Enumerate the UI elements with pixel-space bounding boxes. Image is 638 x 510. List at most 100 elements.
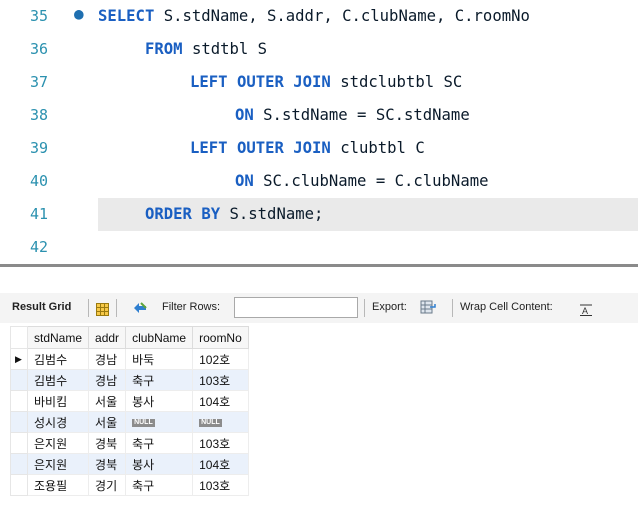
table-cell[interactable]: 서울 <box>88 411 127 433</box>
table-cell[interactable]: 은지원 <box>26 432 90 454</box>
column-header[interactable]: clubName <box>125 326 194 349</box>
null-badge: NULL <box>132 418 155 427</box>
sql-keyword: ON <box>235 172 254 190</box>
column-header[interactable]: stdName <box>26 326 90 349</box>
line-number: 39 <box>30 139 49 157</box>
table-cell[interactable]: 경기 <box>88 474 127 496</box>
line-number: 42 <box>30 238 49 256</box>
table-cell[interactable]: 김범수 <box>26 348 90 370</box>
table-row[interactable]: ▶ 김범수 경남 바둑 102호 <box>10 348 249 370</box>
table-row[interactable]: 은지원 경북 축구 103호 <box>10 432 249 454</box>
row-header[interactable] <box>10 474 28 496</box>
table-cell[interactable]: 경북 <box>88 453 127 475</box>
table-cell[interactable]: 봉사 <box>125 390 194 412</box>
row-header-corner <box>10 326 28 349</box>
row-header[interactable] <box>10 369 28 391</box>
code-text: ORDER BY S.stdName; <box>145 205 323 223</box>
table-cell[interactable]: 경남 <box>88 369 127 391</box>
code-line[interactable]: 35 ● SELECT S.stdName, S.addr, C.clubName,… <box>0 0 638 33</box>
filter-rows-input[interactable] <box>234 297 358 318</box>
sql-text: S.stdName, S.addr, C.clubName, C.roomNo <box>154 7 530 25</box>
sql-text: stdclubtbl SC <box>330 73 463 91</box>
sql-keyword: ON <box>235 106 254 124</box>
table-cell[interactable]: 조용필 <box>26 474 90 496</box>
sql-keyword: LEFT OUTER JOIN <box>190 73 331 91</box>
table-cell[interactable]: NULL <box>192 411 249 433</box>
table-cell[interactable]: 경북 <box>88 432 127 454</box>
table-cell[interactable]: 103호 <box>192 369 249 391</box>
export-icon[interactable] <box>420 299 436 315</box>
table-cell[interactable]: 바둑 <box>125 348 194 370</box>
table-cell[interactable]: 은지원 <box>26 453 90 475</box>
code-text: LEFT OUTER JOIN stdclubtbl SC <box>190 73 462 91</box>
table-cell[interactable]: 102호 <box>192 348 249 370</box>
table-row[interactable]: 바비킴 서울 봉사 104호 <box>10 390 249 412</box>
table-cell[interactable]: 바비킴 <box>26 390 90 412</box>
toolbar-divider <box>88 299 89 317</box>
column-header[interactable]: addr <box>88 326 127 349</box>
svg-text:A: A <box>582 306 588 316</box>
toolbar-divider <box>364 299 365 317</box>
table-cell[interactable]: NULL <box>125 411 194 433</box>
line-number: 37 <box>30 73 49 91</box>
column-header[interactable]: roomNo <box>192 326 249 349</box>
statement-marker-icon: ● <box>74 4 84 23</box>
toolbar-divider <box>452 299 453 317</box>
line-number: 40 <box>30 172 49 190</box>
table-cell[interactable]: 봉사 <box>125 453 194 475</box>
table-cell[interactable]: 104호 <box>192 453 249 475</box>
row-header[interactable] <box>10 432 28 454</box>
table-cell[interactable]: 104호 <box>192 390 249 412</box>
line-number: 41 <box>30 205 49 223</box>
sql-text: S.stdName = SC.stdName <box>253 106 470 124</box>
sql-keyword: ORDER BY <box>145 205 221 223</box>
row-header[interactable] <box>10 411 28 433</box>
line-number: 36 <box>30 40 49 58</box>
code-line[interactable]: 36 FROM stdtbl S <box>0 33 638 66</box>
sql-text: clubtbl C <box>330 139 425 157</box>
table-cell[interactable]: 김범수 <box>26 369 90 391</box>
code-text: LEFT OUTER JOIN clubtbl C <box>190 139 425 157</box>
row-header[interactable] <box>10 390 28 412</box>
code-line[interactable]: 37 LEFT OUTER JOIN stdclubtbl SC <box>0 66 638 99</box>
refresh-icon[interactable] <box>132 300 148 314</box>
toolbar-divider <box>116 299 117 317</box>
null-badge: NULL <box>199 418 222 427</box>
table-row[interactable]: 조용필 경기 축구 103호 <box>10 474 249 496</box>
row-header[interactable] <box>10 453 28 475</box>
code-text: ON S.stdName = SC.stdName <box>235 106 470 124</box>
table-cell[interactable]: 서울 <box>88 390 127 412</box>
table-row[interactable]: 김범수 경남 축구 103호 <box>10 369 249 391</box>
pane-splitter[interactable] <box>0 264 638 267</box>
table-cell[interactable]: 103호 <box>192 474 249 496</box>
table-cell[interactable]: 103호 <box>192 432 249 454</box>
sql-text: stdtbl S <box>182 40 268 58</box>
sql-text: SC.clubName = C.clubName <box>253 172 489 190</box>
table-cell[interactable]: 축구 <box>125 474 194 496</box>
table-cell[interactable]: 축구 <box>125 432 194 454</box>
code-line[interactable]: 41 ORDER BY S.stdName; <box>0 198 638 231</box>
code-line[interactable]: 38 ON S.stdName = SC.stdName <box>0 99 638 132</box>
row-header[interactable]: ▶ <box>10 348 28 370</box>
table-cell[interactable]: 경남 <box>88 348 127 370</box>
table-cell[interactable]: 성시경 <box>26 411 90 433</box>
table-row[interactable]: 성시경 서울 NULL NULL <box>10 411 249 433</box>
line-number: 38 <box>30 106 49 124</box>
sql-editor[interactable]: 35 ● SELECT S.stdName, S.addr, C.clubName,… <box>0 0 638 262</box>
wrap-cell-content-label: Wrap Cell Content: <box>460 301 553 313</box>
table-row[interactable]: 은지원 경북 봉사 104호 <box>10 453 249 475</box>
wrap-text-icon[interactable]: A <box>580 301 592 316</box>
grid-icon[interactable] <box>96 301 109 316</box>
table-cell[interactable]: 축구 <box>125 369 194 391</box>
code-text: ON SC.clubName = C.clubName <box>235 172 489 190</box>
sql-keyword: SELECT <box>98 7 155 25</box>
code-line[interactable]: 42 <box>0 231 638 262</box>
filter-rows-label: Filter Rows: <box>162 301 221 313</box>
sql-text: S.stdName; <box>220 205 324 223</box>
code-line[interactable]: 39 LEFT OUTER JOIN clubtbl C <box>0 132 638 165</box>
result-grid: stdName addr clubName roomNo ▶ 김범수 경남 바둑 102… <box>10 326 249 496</box>
result-grid-tab[interactable]: Result Grid <box>12 301 71 313</box>
sql-keyword: LEFT OUTER JOIN <box>190 139 331 157</box>
code-text: SELECT S.stdName, S.addr, C.clubName, C.… <box>98 7 530 25</box>
code-line[interactable]: 40 ON SC.clubName = C.clubName <box>0 165 638 198</box>
